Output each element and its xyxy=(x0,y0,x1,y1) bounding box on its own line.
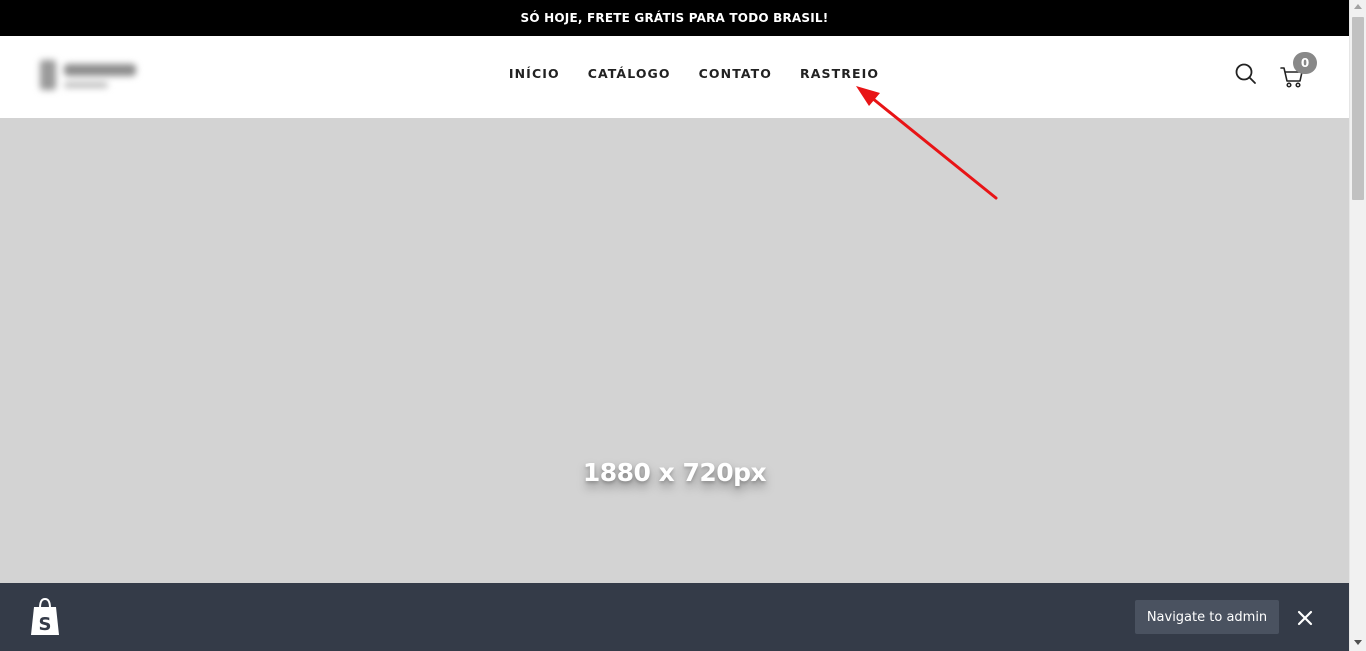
close-preview-bar-button[interactable] xyxy=(1296,609,1314,627)
page-scrollbar[interactable] xyxy=(1349,0,1366,651)
storefront-page: SÓ HOJE, FRETE GRÁTIS PARA TODO BRASIL! … xyxy=(0,0,1349,651)
scroll-up-arrow[interactable] xyxy=(1354,4,1362,9)
scroll-down-arrow[interactable] xyxy=(1354,640,1362,645)
search-icon xyxy=(1235,63,1256,84)
announcement-bar: SÓ HOJE, FRETE GRÁTIS PARA TODO BRASIL! xyxy=(0,0,1349,36)
navigate-to-admin-button[interactable]: Navigate to admin xyxy=(1135,600,1279,634)
search-button[interactable] xyxy=(1233,61,1259,87)
site-header: INÍCIO CATÁLOGO CONTATO RASTREIO 0 xyxy=(0,36,1349,118)
hero-placeholder-text: 1880 x 720px xyxy=(582,458,767,487)
nav-link-catalogo[interactable]: CATÁLOGO xyxy=(588,66,671,81)
close-icon xyxy=(1297,610,1313,626)
shopify-preview-bar: S Navigate to admin xyxy=(0,583,1349,651)
hero-banner[interactable]: 1880 x 720px xyxy=(0,118,1349,583)
nav-link-contato[interactable]: CONTATO xyxy=(699,66,772,81)
shopify-bag-icon: S xyxy=(31,597,59,635)
cart-count-badge: 0 xyxy=(1293,52,1317,74)
main-nav: INÍCIO CATÁLOGO CONTATO RASTREIO xyxy=(0,36,1349,110)
nav-link-rastreio[interactable]: RASTREIO xyxy=(800,66,879,81)
scrollbar-thumb[interactable] xyxy=(1352,17,1364,200)
cart-button[interactable]: 0 xyxy=(1279,52,1319,90)
nav-link-inicio[interactable]: INÍCIO xyxy=(509,66,560,81)
svg-text:S: S xyxy=(39,614,52,635)
announcement-text: SÓ HOJE, FRETE GRÁTIS PARA TODO BRASIL! xyxy=(520,11,829,25)
